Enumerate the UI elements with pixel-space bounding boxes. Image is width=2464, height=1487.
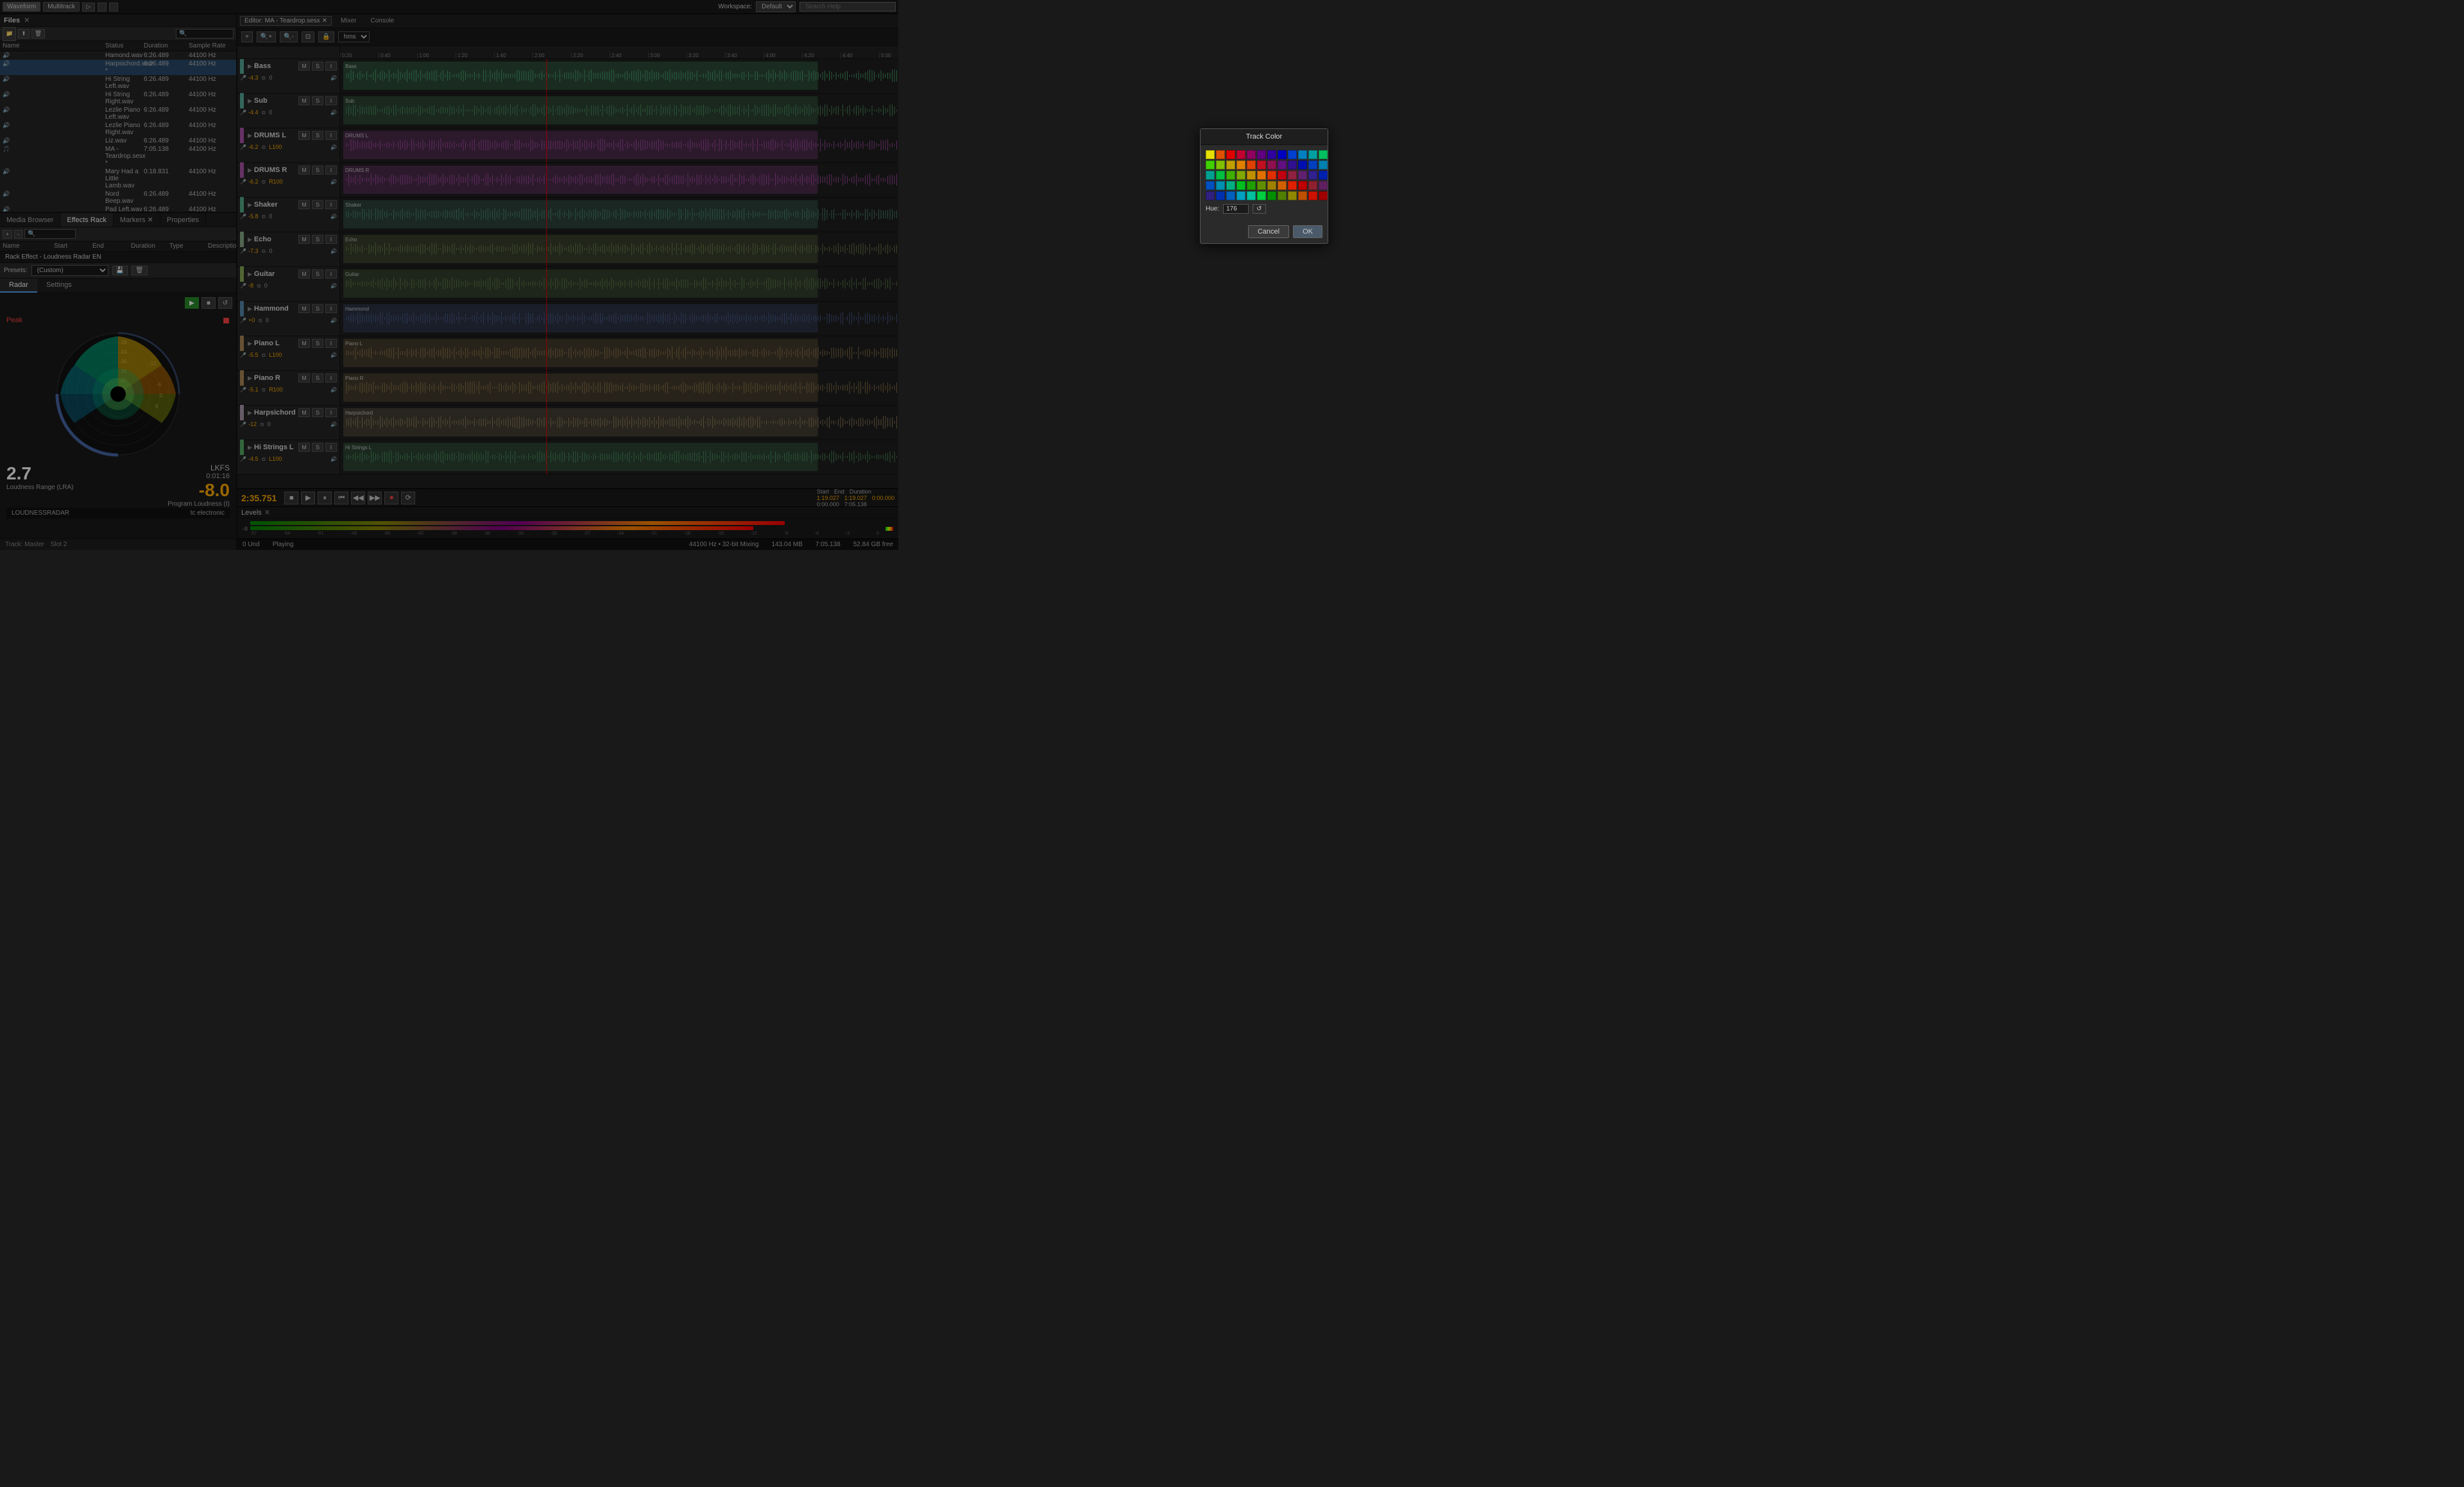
hue-input[interactable] [1223, 204, 1249, 214]
color-swatch[interactable] [1278, 160, 1287, 169]
color-swatch[interactable] [1216, 191, 1225, 200]
color-swatch[interactable] [1319, 191, 1328, 200]
color-swatch[interactable] [1278, 181, 1287, 190]
color-swatch[interactable] [1206, 160, 1215, 169]
color-swatch[interactable] [1226, 160, 1235, 169]
color-swatch[interactable] [1319, 181, 1328, 190]
color-swatch[interactable] [1206, 171, 1215, 180]
color-swatch[interactable] [1267, 150, 1276, 159]
dialog-footer: Cancel OK [1201, 223, 1328, 243]
color-swatch[interactable] [1298, 171, 1307, 180]
color-swatch[interactable] [1236, 150, 1245, 159]
color-swatch[interactable] [1288, 191, 1297, 200]
color-swatch[interactable] [1236, 191, 1245, 200]
color-swatch[interactable] [1236, 181, 1245, 190]
color-swatch[interactable] [1257, 171, 1266, 180]
color-swatch[interactable] [1206, 150, 1215, 159]
color-swatch[interactable] [1278, 150, 1287, 159]
color-swatch[interactable] [1308, 171, 1317, 180]
color-swatch[interactable] [1226, 171, 1235, 180]
color-swatch[interactable] [1308, 150, 1317, 159]
color-swatch[interactable] [1236, 160, 1245, 169]
color-swatch[interactable] [1298, 181, 1307, 190]
color-swatch[interactable] [1257, 191, 1266, 200]
hue-reset-btn[interactable]: ↺ [1253, 204, 1265, 214]
color-grid [1206, 150, 1322, 200]
color-swatch[interactable] [1298, 150, 1307, 159]
color-swatch[interactable] [1267, 181, 1276, 190]
color-swatch[interactable] [1288, 181, 1297, 190]
color-swatch[interactable] [1319, 150, 1328, 159]
color-swatch[interactable] [1216, 160, 1225, 169]
color-swatch[interactable] [1226, 181, 1235, 190]
color-swatch[interactable] [1206, 181, 1215, 190]
color-swatch[interactable] [1247, 191, 1256, 200]
cancel-button[interactable]: Cancel [1248, 225, 1289, 238]
dialog-title: Track Color [1201, 129, 1328, 145]
color-swatch[interactable] [1257, 160, 1266, 169]
color-swatch[interactable] [1308, 181, 1317, 190]
color-swatch[interactable] [1308, 191, 1317, 200]
color-swatch[interactable] [1247, 150, 1256, 159]
color-swatch[interactable] [1226, 191, 1235, 200]
color-swatch[interactable] [1216, 150, 1225, 159]
hue-label: Hue: [1206, 205, 1219, 212]
dialog-overlay: Track Color Hue: ↺ Cancel OK [0, 0, 2464, 1487]
color-swatch[interactable] [1216, 171, 1225, 180]
color-swatch[interactable] [1319, 160, 1328, 169]
color-swatch[interactable] [1278, 171, 1287, 180]
color-swatch[interactable] [1247, 171, 1256, 180]
color-swatch[interactable] [1288, 160, 1297, 169]
color-swatch[interactable] [1298, 160, 1307, 169]
color-swatch[interactable] [1267, 160, 1276, 169]
color-swatch[interactable] [1236, 171, 1245, 180]
color-swatch[interactable] [1308, 160, 1317, 169]
color-swatch[interactable] [1319, 171, 1328, 180]
color-swatch[interactable] [1298, 191, 1307, 200]
color-swatch[interactable] [1267, 191, 1276, 200]
color-swatch[interactable] [1257, 150, 1266, 159]
color-swatch[interactable] [1278, 191, 1287, 200]
ok-button[interactable]: OK [1293, 225, 1322, 238]
dialog-body: Hue: ↺ [1201, 145, 1328, 223]
color-swatch[interactable] [1226, 150, 1235, 159]
color-swatch[interactable] [1267, 171, 1276, 180]
color-swatch[interactable] [1247, 160, 1256, 169]
color-swatch[interactable] [1247, 181, 1256, 190]
color-swatch[interactable] [1206, 191, 1215, 200]
hue-row: Hue: ↺ [1206, 204, 1322, 214]
track-color-dialog: Track Color Hue: ↺ Cancel OK [1200, 128, 1328, 244]
color-swatch[interactable] [1288, 150, 1297, 159]
color-swatch[interactable] [1216, 181, 1225, 190]
color-swatch[interactable] [1257, 181, 1266, 190]
color-swatch[interactable] [1288, 171, 1297, 180]
